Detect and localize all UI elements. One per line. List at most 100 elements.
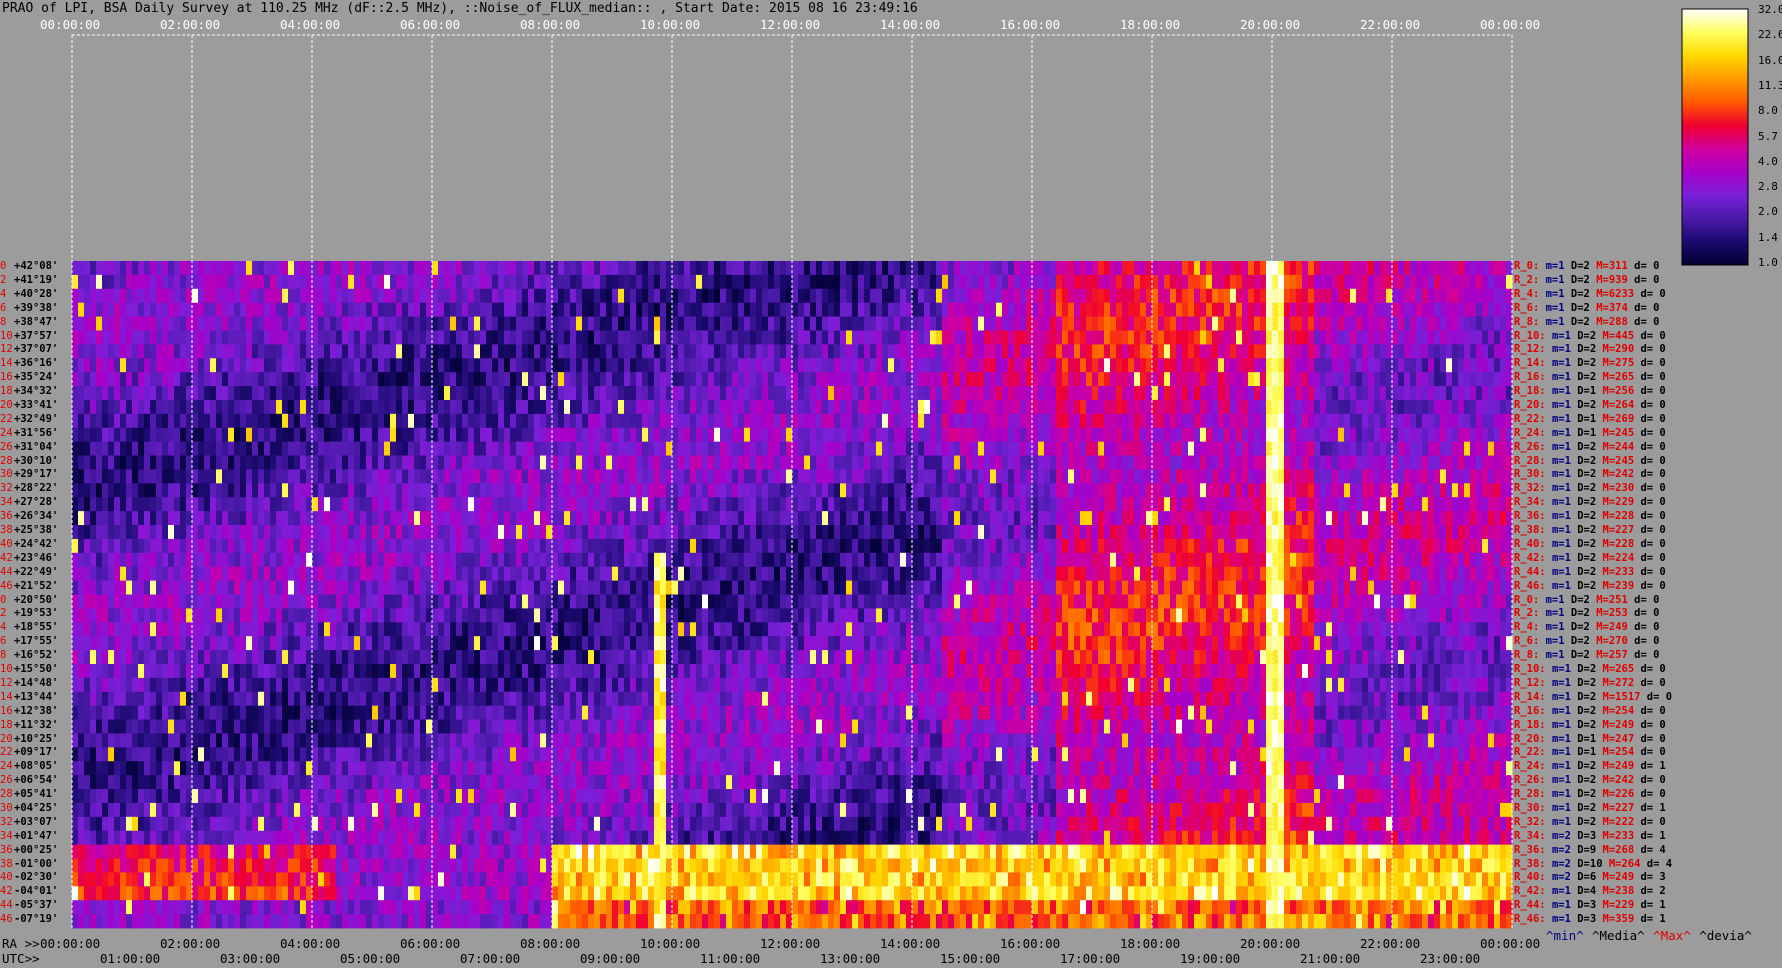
heatmap-cell [1218, 288, 1225, 304]
heatmap-cell [78, 483, 85, 498]
heatmap-cell [1158, 386, 1165, 401]
heatmap-cell [1188, 511, 1195, 526]
heatmap-cell [1410, 288, 1417, 304]
heatmap-cell [222, 525, 229, 540]
heatmap-cell [1200, 538, 1207, 554]
heatmap-cell [1494, 483, 1501, 498]
heatmap-cell [504, 469, 511, 484]
heatmap-cell [570, 427, 577, 443]
heatmap-cell [870, 261, 877, 276]
heatmap-cell [846, 413, 853, 429]
heatmap-cell [774, 358, 781, 373]
heatmap-cell [1476, 358, 1483, 373]
heatmap-cell [198, 538, 205, 554]
heatmap-cell [432, 261, 439, 276]
heatmap-cell [1050, 427, 1057, 443]
heatmap-cell [582, 372, 589, 387]
heatmap-cell [198, 344, 205, 359]
heatmap-cell [96, 441, 103, 456]
heatmap-cell [1302, 261, 1309, 276]
heatmap-cell [978, 497, 985, 512]
heatmap-cell [1290, 441, 1297, 456]
heatmap-cell [846, 511, 853, 526]
heatmap-cell [1368, 274, 1375, 290]
heatmap-cell [576, 427, 583, 443]
heatmap-cell [804, 538, 811, 554]
heatmap-cell [330, 525, 337, 540]
heatmap-cell [132, 288, 139, 304]
heatmap-cell [498, 483, 505, 498]
heatmap-cell [1068, 330, 1075, 345]
heatmap-cell [972, 469, 979, 484]
heatmap-cell [1494, 525, 1501, 540]
heatmap-cell [1290, 261, 1297, 276]
heatmap-cell [282, 261, 289, 276]
heatmap-cell [876, 372, 883, 387]
heatmap-cell [534, 511, 541, 526]
heatmap-cell [1332, 274, 1339, 290]
heatmap-cell [288, 358, 295, 373]
heatmap-cell [528, 441, 535, 456]
heatmap-cell [132, 386, 139, 401]
heatmap-cell [222, 261, 229, 276]
heatmap-cell [1176, 344, 1183, 359]
heatmap-cell [1278, 455, 1285, 470]
heatmap-cell [726, 344, 733, 359]
heatmap-cell [180, 497, 187, 512]
heatmap-cell [618, 441, 625, 456]
heatmap-cell [1170, 455, 1177, 470]
heatmap-cell [348, 358, 355, 373]
heatmap-cell [876, 316, 883, 331]
heatmap-cell [138, 497, 145, 512]
heatmap-cell [1218, 274, 1225, 290]
heatmap-cell [96, 344, 103, 359]
heatmap-cell [846, 399, 853, 415]
heatmap-cell [150, 399, 157, 415]
heatmap-cell [1236, 497, 1243, 512]
heatmap-cell [324, 441, 331, 456]
heatmap-cell [1404, 455, 1411, 470]
heatmap-cell [1200, 455, 1207, 470]
heatmap-cell [1008, 344, 1015, 359]
heatmap-cell [1464, 427, 1471, 443]
heatmap-cell [276, 261, 283, 276]
heatmap-cell [1308, 288, 1315, 304]
heatmap-cell [1374, 316, 1381, 331]
heatmap-cell [264, 358, 271, 373]
heatmap-cell [510, 399, 517, 415]
heatmap-cell [222, 372, 229, 387]
heatmap-cell [672, 302, 679, 317]
heatmap-cell [918, 483, 925, 498]
heatmap-cell [336, 358, 343, 373]
heatmap-cell [1320, 455, 1327, 470]
heatmap-cell [486, 413, 493, 429]
heatmap-cell [1278, 261, 1285, 276]
heatmap-cell [1146, 399, 1153, 415]
heatmap-cell [654, 261, 661, 276]
heatmap-cell [1314, 288, 1321, 304]
heatmap-cell [522, 525, 529, 540]
heatmap-cell [1434, 274, 1441, 290]
heatmap-cell [492, 316, 499, 331]
heatmap-cell [1278, 525, 1285, 540]
heatmap-cell [822, 413, 829, 429]
heatmap-cell [660, 455, 667, 470]
heatmap-cell [504, 525, 511, 540]
heatmap-cell [1380, 413, 1387, 429]
heatmap-cell [990, 274, 997, 290]
heatmap-cell [1380, 344, 1387, 359]
heatmap-cell [1470, 525, 1477, 540]
heatmap-cell [1074, 399, 1081, 415]
heatmap-cell [606, 344, 613, 359]
heatmap-cell [1074, 302, 1081, 317]
heatmap-cell [852, 274, 859, 290]
heatmap-cell [168, 511, 175, 526]
heatmap-cell [1242, 497, 1249, 512]
heatmap-cell [228, 538, 235, 554]
heatmap-cell [408, 344, 415, 359]
heatmap-cell [504, 302, 511, 317]
heatmap-cell [528, 511, 535, 526]
heatmap-cell [1380, 372, 1387, 387]
heatmap-cell [564, 455, 571, 470]
heatmap-cell [192, 330, 199, 345]
